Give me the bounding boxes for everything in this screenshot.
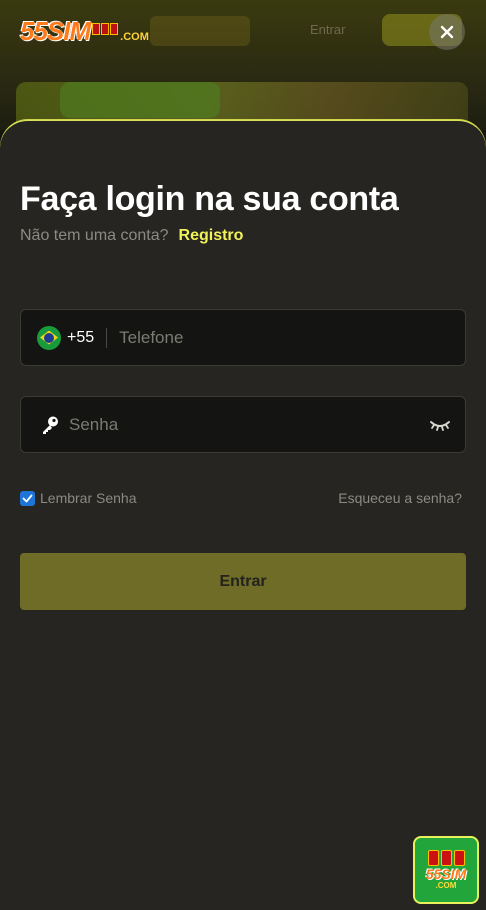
forgot-password-link[interactable]: Esqueceu a senha?: [338, 490, 462, 506]
phone-input[interactable]: [107, 327, 465, 348]
country-code[interactable]: +55: [67, 329, 94, 347]
site-logo: 55SIM .COM: [20, 16, 149, 47]
badge-logo-text: 55SIM: [425, 866, 467, 882]
eye-closed-icon[interactable]: [429, 418, 451, 432]
background-login-link: Entrar: [310, 22, 346, 37]
register-prompt: Não tem uma conta? Registro: [20, 227, 243, 245]
remember-checkbox[interactable]: [20, 490, 35, 506]
page-title: Faça login na sua conta: [20, 180, 399, 218]
background-header: 55SIM .COM Entrar: [0, 0, 486, 130]
close-button[interactable]: [429, 14, 465, 50]
phone-field[interactable]: +55: [20, 309, 466, 366]
slot-machine-icon: [427, 850, 465, 866]
logo-suffix: .COM: [120, 30, 149, 43]
close-icon: [440, 25, 454, 39]
brazil-flag-icon[interactable]: [37, 325, 61, 350]
submit-button[interactable]: Entrar: [20, 553, 466, 610]
login-sheet: Faça login na sua conta Não tem uma cont…: [0, 120, 486, 910]
no-account-text: Não tem uma conta?: [20, 227, 169, 244]
background-promo-badge: [60, 82, 220, 118]
key-icon: [39, 414, 61, 436]
password-field[interactable]: [20, 396, 466, 453]
slot-machine-icon: [92, 22, 119, 35]
register-link[interactable]: Registro: [179, 227, 244, 244]
background-banner-blur: [150, 16, 250, 46]
password-input[interactable]: [61, 414, 429, 435]
check-icon: [22, 494, 33, 502]
remember-password[interactable]: Lembrar Senha: [20, 490, 137, 506]
floating-app-badge[interactable]: 55SIM .COM: [413, 836, 479, 904]
remember-label[interactable]: Lembrar Senha: [40, 490, 137, 506]
badge-logo-suffix: .COM: [435, 881, 457, 890]
logo-text: 55SIM: [20, 16, 91, 46]
